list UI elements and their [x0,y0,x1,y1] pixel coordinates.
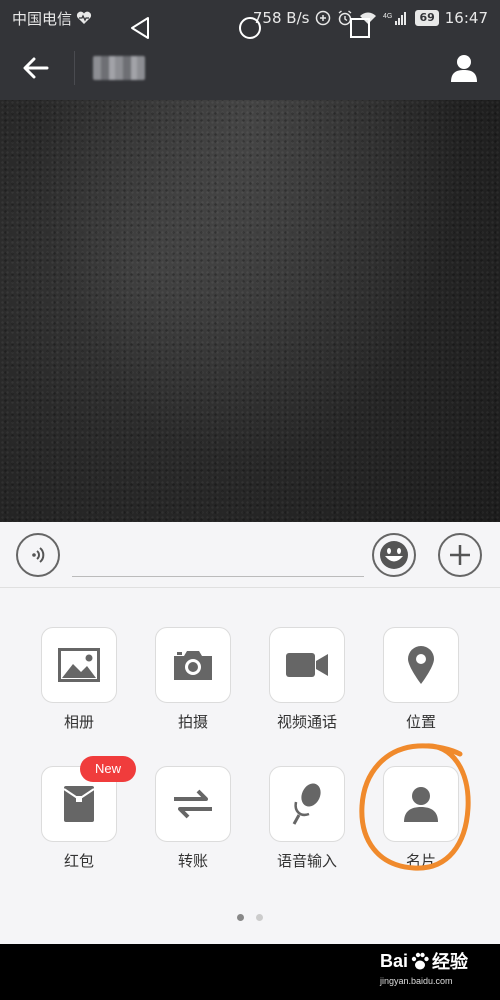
tool-transfer[interactable]: 转账 [144,766,244,886]
more-button[interactable] [438,533,482,577]
tool-label: 名片 [405,852,436,870]
svg-text:4G: 4G [383,13,392,20]
tool-camera[interactable]: 拍摄 [144,627,244,747]
signal-4g-icon: 4G [383,10,409,26]
contact-name-blurred [93,56,145,80]
transfer-icon [174,789,212,819]
input-bar [0,522,500,588]
tool-contact-card[interactable]: 名片 [372,766,472,886]
camera-icon [174,651,212,680]
tool-voice-input[interactable]: 语音输入 [258,766,358,886]
new-badge: New [80,756,136,782]
tool-tile [383,766,459,842]
watermark-logo: Bai 经验 [380,948,496,974]
tool-red-packet[interactable]: 红包 [30,766,130,886]
back-button[interactable] [16,48,56,88]
watermark-brand-left: Bai [380,950,409,971]
contact-card-icon [404,787,438,822]
tool-label: 语音输入 [276,852,337,870]
watermark-brand-right: 经验 [432,952,469,972]
location-pin-icon [408,646,434,684]
tool-tile [155,627,231,703]
tool-label: 相册 [63,713,94,731]
carrier-name: 中国电信 [12,9,73,28]
tool-tile [269,627,345,703]
square-recents-icon [350,18,370,38]
tool-label: 转账 [177,852,208,870]
person-icon [451,55,477,82]
nav-back-button[interactable] [124,12,156,44]
tool-tile [41,627,117,703]
clock-time: 16:47 [444,9,488,27]
page-indicator [0,914,500,921]
video-call-icon [286,653,328,677]
voice-wave-icon [32,547,45,563]
page-dot-active [237,914,244,921]
tool-label: 拍摄 [177,713,208,731]
tool-tile [155,766,231,842]
tool-label: 位置 [405,713,436,731]
nav-home-button[interactable] [234,12,266,44]
tool-tile [269,766,345,842]
back-arrow-icon [23,57,49,79]
carrier-group: 中国电信 [12,8,92,29]
nav-recents-button[interactable] [344,12,376,44]
smiley-icon [380,541,408,569]
voice-mode-button[interactable] [16,533,60,577]
tool-album[interactable]: 相册 [30,627,130,747]
circle-home-icon [239,17,261,39]
paw-icon [411,952,429,970]
tool-location[interactable]: 位置 [372,627,472,747]
message-input[interactable] [72,534,364,577]
plus-icon [450,545,470,565]
watermark-url: jingyan.baidu.com [380,976,453,986]
red-packet-icon [63,786,95,822]
chat-background[interactable] [0,100,500,522]
heart-health-icon [76,11,92,25]
tool-video-call[interactable]: 视频通话 [258,627,358,747]
battery-indicator: 69 [415,10,439,26]
emoji-button[interactable] [372,533,416,577]
baidu-jingyan-watermark: Bai 经验 jingyan.baidu.com [380,948,496,996]
tool-label: 视频通话 [276,713,337,731]
data-saver-icon [315,10,331,26]
microphone-icon [292,783,321,825]
contact-profile-button[interactable] [444,48,484,88]
header-divider [74,51,75,85]
page-dot [256,914,263,921]
photo-album-icon [58,648,100,682]
chat-header [0,36,500,100]
tool-tile [383,627,459,703]
triangle-back-icon [131,17,149,39]
tool-label: 红包 [63,852,94,870]
